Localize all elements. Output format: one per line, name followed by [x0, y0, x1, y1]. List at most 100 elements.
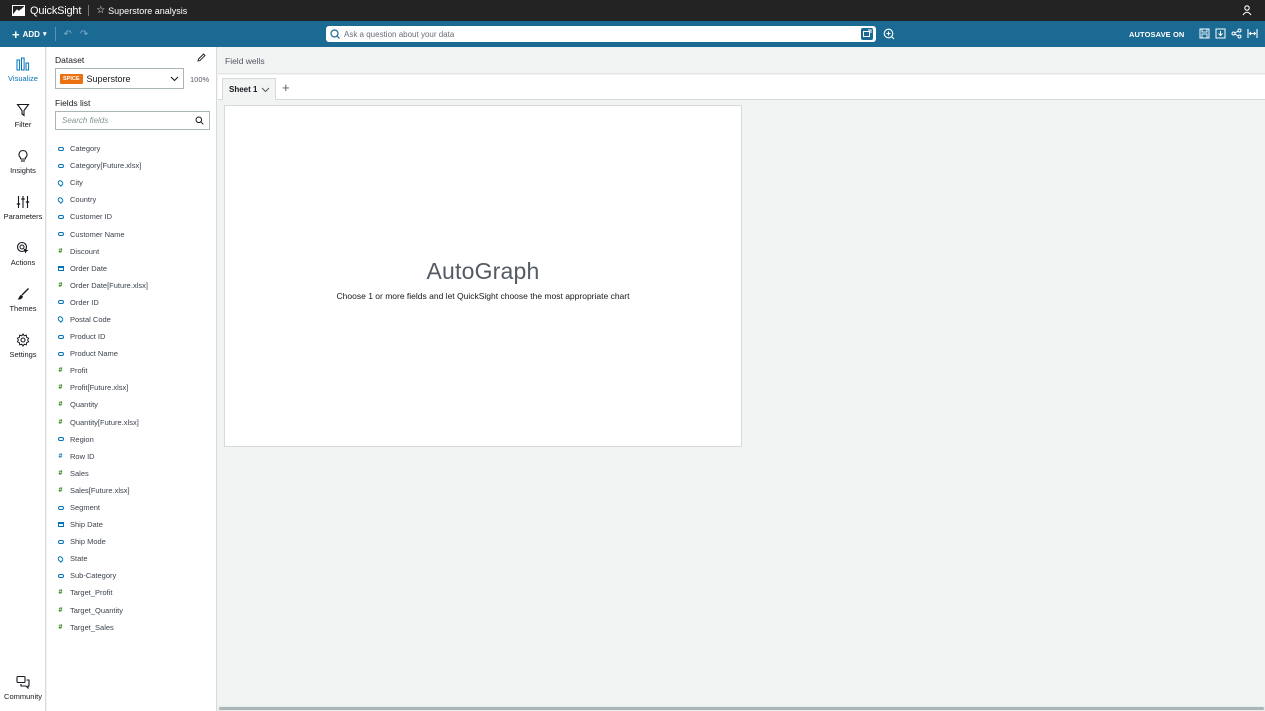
rail-item-community[interactable]: Community	[0, 675, 46, 701]
export-icon[interactable]	[1215, 28, 1226, 39]
field-item[interactable]: Sub-Category	[57, 567, 212, 584]
rail-label: Filter	[14, 120, 32, 129]
field-name: City	[70, 178, 83, 188]
add-button[interactable]: + ADD ▾	[0, 28, 46, 41]
field-item[interactable]: # Sales	[57, 465, 212, 482]
autograph-visual[interactable]: AutoGraph Choose 1 or more fields and le…	[224, 105, 742, 447]
field-item[interactable]: Region	[57, 431, 212, 448]
add-sheet-icon[interactable]: +	[282, 81, 290, 94]
calendar-icon	[57, 522, 64, 528]
field-name: Quantity	[70, 400, 98, 410]
field-wells-bar[interactable]: Field wells	[218, 47, 1265, 74]
hash-icon: #	[58, 367, 63, 375]
field-item[interactable]: # Discount	[57, 243, 212, 260]
field-item[interactable]: # Row ID	[57, 448, 212, 465]
q-search-bar[interactable]	[326, 26, 876, 42]
divider	[55, 27, 57, 41]
field-item[interactable]: Ship Date	[57, 516, 212, 533]
brand-name: QuickSight	[30, 4, 82, 17]
field-name: Order Date[Future.xlsx]	[70, 280, 148, 290]
geo-pin-icon	[56, 315, 65, 324]
geo-pin-icon	[56, 195, 65, 204]
field-item[interactable]: Product Name	[57, 345, 212, 362]
field-name: Product ID	[70, 332, 106, 342]
field-name: Ship Date	[70, 520, 103, 530]
rail-item-visualize[interactable]: Visualize	[0, 57, 46, 83]
rail-label: Parameters	[3, 212, 43, 221]
field-item[interactable]: # Sales[Future.xlsx]	[57, 482, 212, 499]
field-item[interactable]: City	[56, 174, 212, 191]
visual-title: AutoGraph	[426, 258, 540, 284]
rail-label: Themes	[9, 304, 37, 313]
dataset-dropdown[interactable]: SPICE Superstore	[55, 68, 184, 89]
rail-item-parameters[interactable]: Parameters	[0, 195, 46, 221]
field-item[interactable]: # Target_Profit	[57, 584, 212, 601]
field-item[interactable]: Segment	[57, 499, 212, 516]
rail-label: Settings	[9, 350, 37, 359]
horizontal-scrollbar[interactable]	[218, 706, 1265, 711]
field-wells-label: Field wells	[225, 56, 265, 66]
field-item[interactable]: Customer ID	[57, 208, 212, 225]
field-item[interactable]: Ship Mode	[57, 533, 212, 550]
pencil-icon[interactable]	[197, 53, 206, 62]
field-item[interactable]: State	[56, 550, 212, 567]
search-fields-input[interactable]	[62, 116, 209, 125]
q-search-input[interactable]	[344, 29, 876, 39]
share-icon[interactable]	[1231, 28, 1242, 39]
dimension-icon	[57, 334, 64, 339]
dimension-icon	[57, 300, 64, 305]
redo-icon[interactable]: ↷	[80, 29, 88, 40]
scrollbar-thumb[interactable]	[219, 707, 1264, 710]
field-item[interactable]: # Target_Sales	[57, 619, 212, 636]
field-item[interactable]: # Target_Quantity	[57, 602, 212, 619]
q-icon	[330, 29, 340, 39]
undo-icon[interactable]: ↶	[63, 29, 71, 40]
analysis-title[interactable]: ☆ Superstore analysis	[96, 5, 187, 16]
rail-item-insights[interactable]: Insights	[0, 149, 46, 175]
field-item[interactable]: # Quantity	[57, 396, 212, 413]
hash-icon: #	[58, 401, 63, 409]
field-name: Quantity[Future.xlsx]	[70, 417, 139, 427]
field-item[interactable]: Order ID	[57, 294, 212, 311]
field-name: Sub-Category	[70, 571, 117, 581]
field-item[interactable]: Country	[56, 191, 212, 208]
rail-item-settings[interactable]: Settings	[0, 333, 46, 359]
undo-redo: ↶ ↷	[63, 29, 88, 40]
field-item[interactable]: # Profit	[57, 362, 212, 379]
bar-chart-icon	[16, 57, 30, 71]
field-item[interactable]: Product ID	[57, 328, 212, 345]
chevron-down-icon[interactable]	[261, 85, 270, 94]
search-fields-box[interactable]	[55, 111, 210, 130]
q-suggestions-icon[interactable]	[883, 28, 895, 40]
save-icon[interactable]	[1199, 28, 1210, 39]
fit-width-icon[interactable]	[1247, 28, 1258, 39]
field-item[interactable]: Category[Future.xlsx]	[57, 157, 212, 174]
user-icon[interactable]	[1241, 4, 1253, 16]
rail-item-themes[interactable]: Themes	[0, 287, 46, 313]
spice-percent: 100%	[190, 75, 210, 84]
field-item[interactable]: Postal Code	[56, 311, 212, 328]
field-item[interactable]: # Quantity[Future.xlsx]	[57, 414, 212, 431]
star-icon[interactable]: ☆	[96, 5, 105, 16]
cursor-click-icon	[16, 241, 29, 254]
hash-icon: #	[58, 281, 63, 289]
autosave-status[interactable]: AUTOSAVE ON	[1129, 30, 1184, 39]
tab-sheet-1[interactable]: Sheet 1	[222, 78, 276, 100]
field-item[interactable]: # Order Date[Future.xlsx]	[57, 277, 212, 294]
calendar-icon	[57, 265, 64, 271]
field-item[interactable]: Customer Name	[57, 225, 212, 242]
q-topics-icon[interactable]	[861, 28, 873, 40]
rail-item-actions[interactable]: Actions	[0, 241, 46, 267]
brand[interactable]: QuickSight	[0, 5, 81, 17]
field-name: Order ID	[70, 297, 99, 307]
rail-item-filter[interactable]: Filter	[0, 103, 46, 129]
field-item[interactable]: # Profit[Future.xlsx]	[57, 379, 212, 396]
field-item[interactable]: Order Date	[57, 260, 212, 277]
field-item[interactable]: Category	[57, 140, 212, 157]
field-name: Sales[Future.xlsx]	[70, 485, 130, 495]
hash-icon: #	[58, 606, 63, 614]
hash-icon: #	[58, 247, 63, 255]
field-name: Country	[70, 195, 97, 205]
dimension-icon	[57, 146, 64, 151]
hash-icon: #	[58, 589, 63, 597]
